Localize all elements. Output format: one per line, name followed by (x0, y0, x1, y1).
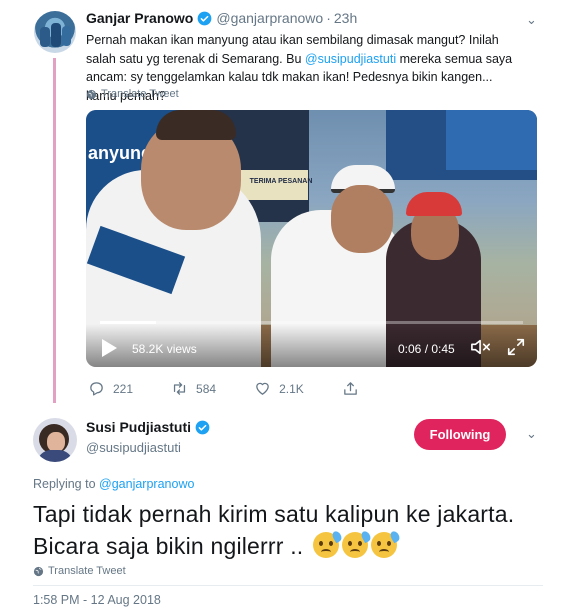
translate-label[interactable]: Translate Tweet (48, 565, 126, 577)
retweet-icon (173, 382, 186, 395)
author-handle[interactable]: @ganjarpranowo (216, 10, 323, 26)
play-icon[interactable] (102, 339, 117, 357)
heart-icon (256, 382, 269, 395)
author-name[interactable]: Ganjar Pranowo (86, 10, 193, 26)
video-scene-sign-board (236, 170, 308, 200)
anxious-face-emoji-icon (371, 529, 402, 558)
retweet-count: 584 (196, 381, 217, 396)
video-scene-hair (156, 110, 236, 140)
video-scene-face (331, 185, 393, 253)
reply-icon (90, 382, 103, 396)
author-handle[interactable]: @susipudjiastuti (86, 440, 181, 455)
verified-badge-icon (195, 420, 210, 434)
like-count: 2.1K (279, 381, 304, 396)
tweet-time[interactable]: 23h (334, 10, 357, 26)
thread-connector-line (53, 58, 56, 403)
like-action[interactable]: 2.1K (254, 380, 304, 397)
share-icon (343, 382, 357, 395)
parent-tweet-actions: 221 584 2.1K (88, 380, 397, 397)
reply-action[interactable]: 221 (88, 380, 133, 397)
globe-icon (33, 566, 44, 576)
video-scene-cap (406, 192, 462, 216)
susi-avatar[interactable] (33, 418, 77, 462)
video-time: 0:06 / 0:45 (398, 342, 455, 356)
replying-prefix: Replying to (33, 477, 96, 491)
main-author-name-row: Susi Pudjiastuti (86, 419, 214, 435)
verified-badge-icon (197, 11, 212, 25)
video-scene-tent-2 (446, 110, 537, 170)
chevron-down-icon[interactable]: ⌄ (526, 12, 552, 28)
translate-label[interactable]: Translate Tweet (101, 88, 179, 100)
following-button[interactable]: Following (414, 419, 506, 450)
mute-icon[interactable] (470, 337, 492, 357)
divider (33, 585, 543, 586)
video-player[interactable]: anyung TERIMA PESANAN 58.2K views 0:06 /… (86, 110, 537, 367)
video-sign-text: TERIMA PESANAN (249, 178, 313, 185)
parent-tweet-header: Ganjar Pranowo @ganjarpranowo · 23h (86, 10, 357, 26)
tweet-text: Tapi tidak pernah kirim satu kalipun ke … (33, 501, 515, 559)
parent-tweet[interactable]: Ganjar Pranowo @ganjarpranowo · 23h ⌄ Pe… (0, 0, 566, 408)
video-progress-track[interactable] (100, 321, 523, 324)
video-progress-fill (100, 321, 157, 324)
replying-mention-link[interactable]: @ganjarpranowo (99, 477, 194, 491)
reply-count: 221 (113, 381, 134, 396)
tweet-datetime[interactable]: 1:58 PM - 12 Aug 2018 (33, 593, 161, 607)
translate-tweet-link[interactable]: Translate Tweet (86, 88, 179, 100)
anxious-face-emoji-icon (313, 529, 344, 558)
fullscreen-icon[interactable] (506, 337, 526, 357)
globe-icon (86, 89, 97, 99)
author-name[interactable]: Susi Pudjiastuti (86, 419, 191, 435)
video-view-count: 58.2K views (132, 342, 197, 356)
share-action[interactable] (342, 380, 359, 397)
main-tweet-text: Tapi tidak pernah kirim satu kalipun ke … (33, 498, 533, 562)
ganjar-avatar[interactable] (34, 11, 76, 53)
retweet-action[interactable]: 584 (171, 380, 216, 397)
replying-to: Replying to @ganjarpranowo (33, 477, 194, 491)
chevron-down-icon[interactable]: ⌄ (526, 426, 537, 442)
main-tweet: Susi Pudjiastuti @susipudjiastuti Follow… (0, 408, 566, 615)
mention-link[interactable]: @susipudjiastuti (305, 52, 396, 66)
translate-tweet-link[interactable]: Translate Tweet (33, 565, 126, 577)
anxious-face-emoji-icon (342, 529, 373, 558)
header-separator: · (326, 10, 331, 26)
